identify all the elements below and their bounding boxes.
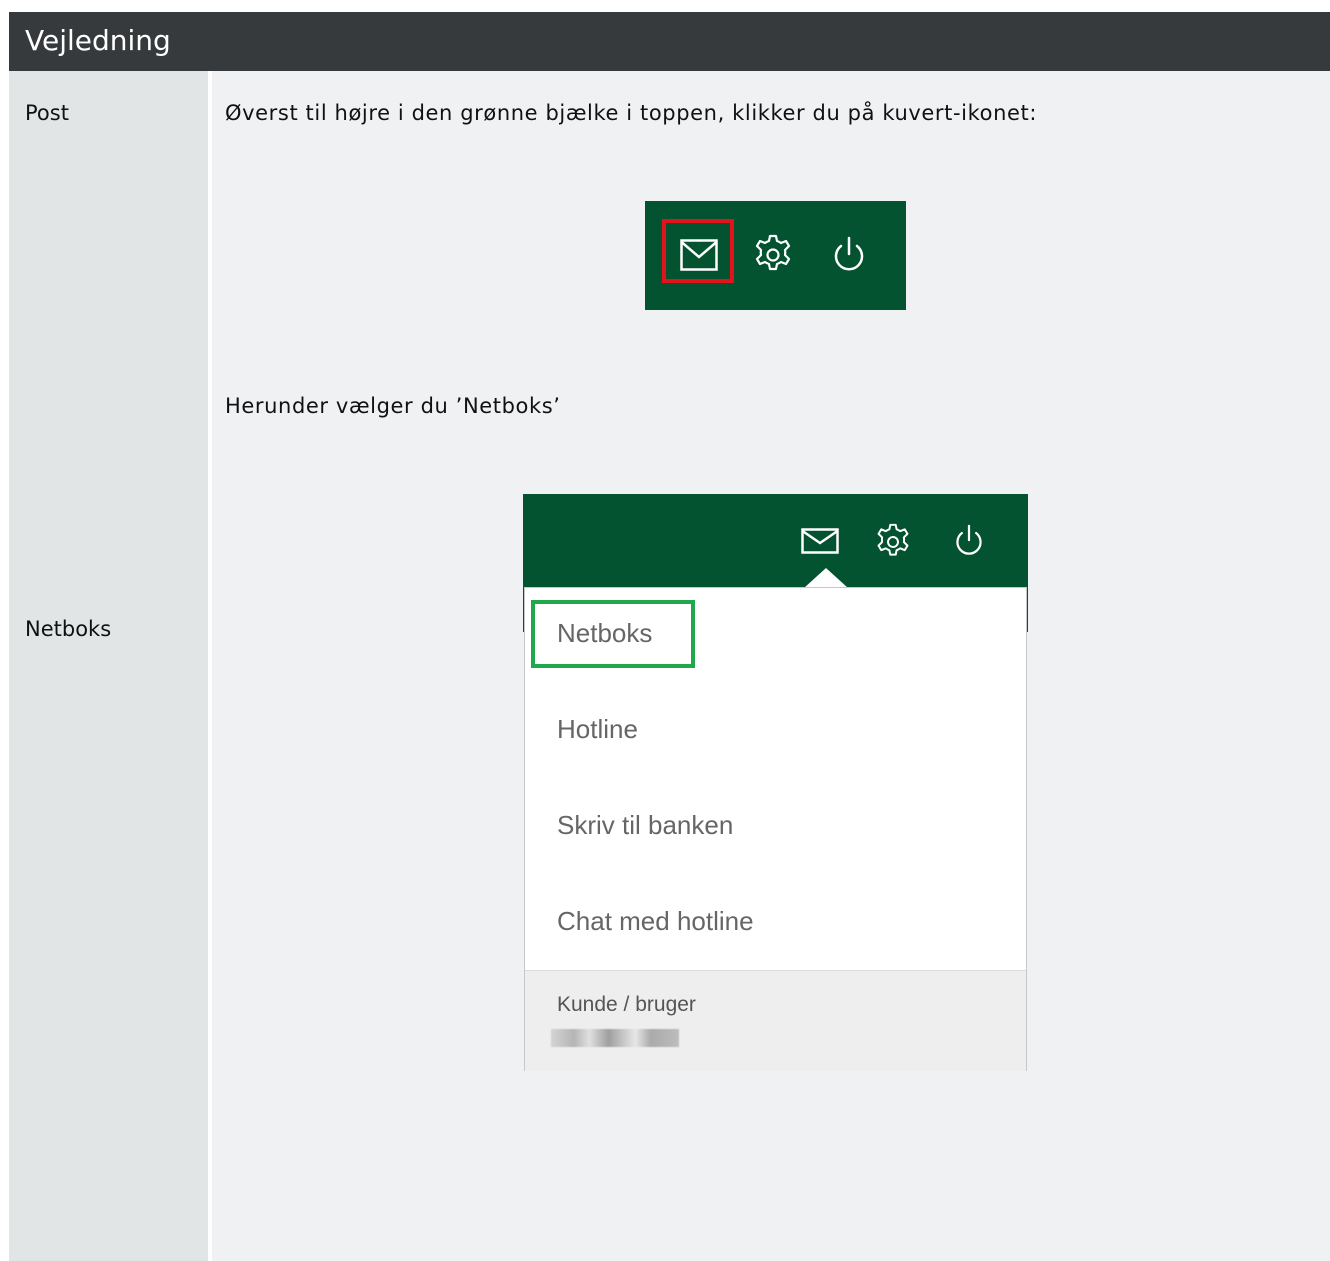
blurred-customer-id [551,1029,679,1047]
menu-item-skriv-til-banken[interactable]: Skriv til banken [557,810,733,841]
menu-footer: Kunde / bruger [525,970,1026,1071]
row-label-post: Post [25,101,69,125]
envelope-icon [801,528,839,554]
instruction-text-2: Herunder vælger du ’Netboks’ [225,394,561,418]
power-icon [956,524,982,555]
envelope-icon [680,239,718,271]
row-label-netboks: Netboks [25,617,112,641]
label-column: Post Netboks [9,71,208,1261]
menu-screenshot: Netboks Hotline Skriv til banken Chat me… [523,494,1028,1071]
toolbar-screenshot [645,201,906,310]
menu-item-chat-med-hotline[interactable]: Chat med hotline [557,906,754,937]
menu-item-hotline[interactable]: Hotline [557,714,638,745]
gear-icon [877,523,909,556]
content-column: Øverst til højre i den grønne bjælke i t… [212,71,1330,1261]
dropdown-menu: Netboks Hotline Skriv til banken Chat me… [524,587,1027,1071]
menu-item-netboks[interactable]: Netboks [557,618,652,649]
instruction-text-1: Øverst til højre i den grønne bjælke i t… [225,101,1038,125]
page-title: Vejledning [25,24,171,57]
header-bar: Vejledning [9,12,1330,71]
dropdown-pointer [804,568,848,588]
customer-user-label: Kunde / bruger [557,993,696,1016]
power-icon [834,236,864,271]
gear-icon [755,234,791,271]
